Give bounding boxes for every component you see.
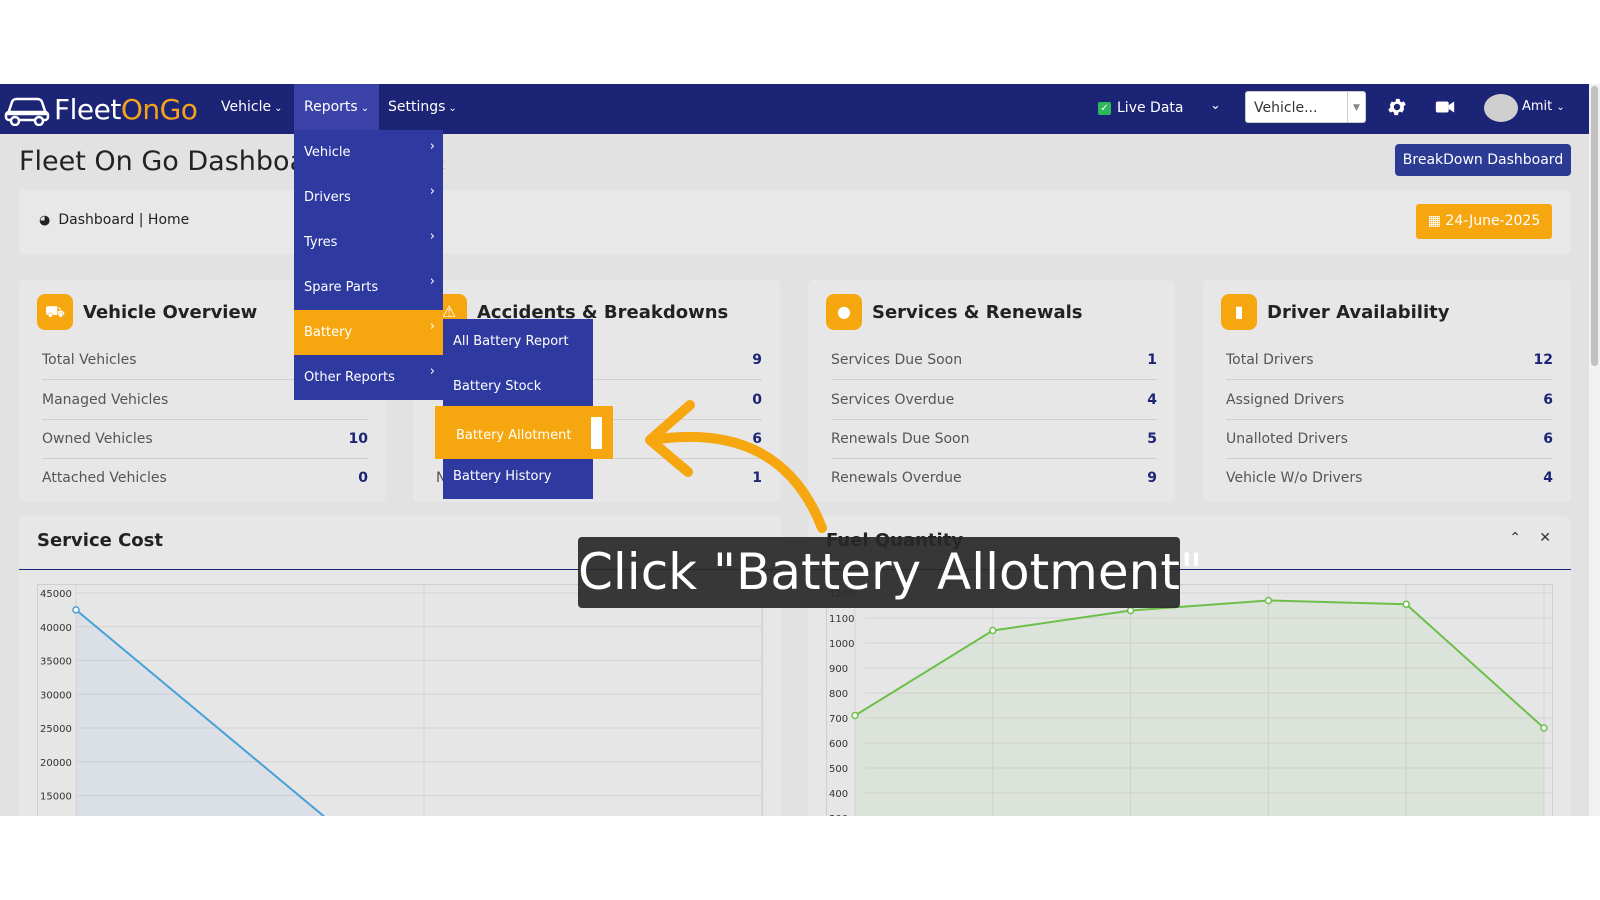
arrow-curve bbox=[647, 432, 827, 533]
tutorial-callout: Click "Battery Allotment" bbox=[578, 537, 1203, 608]
tutorial-arrow bbox=[645, 400, 827, 533]
